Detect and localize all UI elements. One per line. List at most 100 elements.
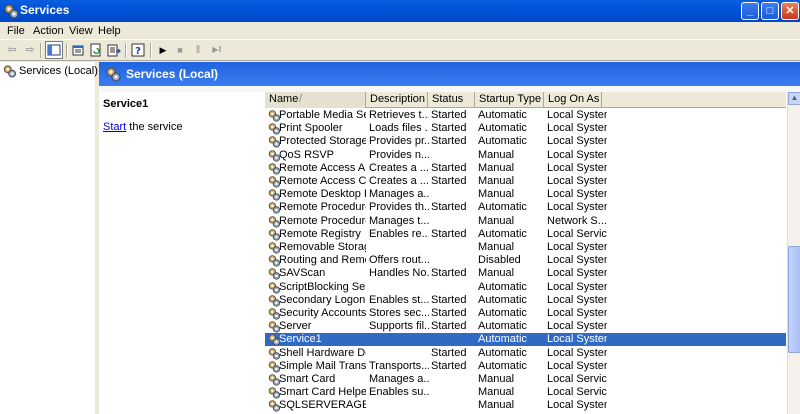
service-row[interactable]: Remote Desktop He...Manages a... Manual Lo… [265, 188, 786, 201]
service-name-cell: Routing and Remot... [279, 254, 366, 267]
toolbar-separator [125, 43, 127, 58]
service-row[interactable]: Secondary Logon Enables st... Started Autom… [265, 294, 786, 307]
service-description-cell: Manages t... [369, 214, 429, 227]
service-row[interactable]: Smart Card Helper Enables su... Manual Loca… [265, 386, 786, 399]
service-row[interactable]: SAVScan Handles No... Started Manual Local S… [265, 267, 786, 280]
service-status-cell: Started [431, 201, 467, 214]
column-header-status[interactable]: Status [428, 92, 475, 108]
tree-item-label: Services (Local) [19, 65, 98, 77]
service-description-cell: Manages a... [369, 188, 429, 201]
service-startup-cell: Automatic [478, 346, 527, 359]
service-status-cell [431, 149, 476, 162]
column-header-startup-type[interactable]: Startup Type [475, 92, 544, 108]
column-header-description[interactable]: Description [366, 92, 428, 108]
service-logon-cell: Local System [547, 333, 607, 346]
properties-icon[interactable] [70, 42, 86, 58]
title-bar[interactable]: Services _ □ ✕ [0, 0, 800, 22]
services-gears-icon [105, 66, 121, 85]
service-row[interactable]: QoS RSVP Provides n... Manual Local System [265, 149, 786, 162]
menu-action[interactable]: Action [33, 25, 64, 37]
forward-arrow-icon[interactable]: ⇨ [22, 42, 38, 58]
service-row[interactable]: Remote Procedure ...Manages t... Manual Ne… [265, 215, 786, 228]
service-status-cell: Started [431, 320, 467, 333]
service-name-cell: Secondary Logon [279, 293, 366, 306]
service-row[interactable]: Service1 Automatic Local System [265, 333, 786, 347]
service-row[interactable]: SQLSERVERAGENT Manual Local System [265, 399, 786, 412]
help-icon[interactable]: ? [130, 42, 146, 58]
service-status-cell: Started [431, 346, 467, 359]
services-list[interactable]: Name / Description Status Startup Type L… [265, 92, 800, 414]
service-name-cell: Remote Access Aut... [279, 161, 366, 174]
service-startup-cell: Automatic [478, 122, 527, 135]
service-status-cell [431, 241, 476, 254]
show-hide-tree-icon[interactable] [45, 41, 63, 59]
service-description-cell [369, 347, 429, 360]
service-logon-cell: Local System [547, 175, 607, 187]
service-name-cell: Smart Card [279, 373, 336, 385]
service-description-cell: Provides th... [369, 201, 429, 214]
service-startup-cell: Automatic [478, 109, 527, 121]
menu-view[interactable]: View [69, 25, 93, 37]
service-name-cell: Remote Procedure ... [279, 201, 366, 214]
stop-service-icon[interactable]: ■ [172, 42, 188, 58]
service-row[interactable]: Remote Access Aut...Creates a ...Started… [265, 162, 786, 175]
service-description-cell [369, 241, 429, 254]
service-name-cell: Print Spooler [279, 122, 343, 135]
service-name-cell: QoS RSVP [279, 148, 335, 161]
column-header-name[interactable]: Name / [265, 92, 366, 108]
service-name-cell: Removable Storage [279, 241, 366, 253]
service-name-cell: Service1 [279, 333, 322, 346]
pause-service-icon[interactable]: ‖ [190, 42, 206, 58]
service-name-cell: Remote Access Con... [279, 175, 366, 187]
scroll-up-button[interactable]: ▲ [788, 92, 800, 105]
service-row[interactable]: Protected Storage Provides pr... Started Au… [265, 135, 786, 148]
start-service-icon[interactable]: ▶ [155, 42, 171, 58]
menu-file[interactable]: File [7, 25, 25, 37]
service-row[interactable]: Remote Registry Enables re... Started Autom… [265, 228, 786, 241]
service-logon-cell: Local System [547, 161, 607, 174]
service-startup-cell: Automatic [478, 135, 527, 148]
refresh-icon[interactable] [88, 42, 104, 58]
service-row[interactable]: Removable Storage Manual Local System [265, 241, 786, 254]
service-row[interactable]: Portable Media Seri...Retrieves t...Star… [265, 109, 786, 122]
service-description-cell: Manages a... [369, 373, 429, 385]
service-row[interactable]: Security Accounts ...Stores sec...Starte… [265, 307, 786, 320]
service-status-cell: Started [431, 359, 467, 372]
service-status-cell [431, 281, 476, 294]
vertical-scrollbar[interactable]: ▲ [787, 92, 800, 414]
service-row[interactable]: ScriptBlocking Service Automatic Local Sys… [265, 281, 786, 294]
service-startup-cell: Automatic [478, 320, 527, 333]
service-row[interactable]: Simple Mail Transfer...Transports...Star… [265, 360, 786, 373]
service-row[interactable]: Remote Access Con...Creates a ...Started… [265, 175, 786, 188]
service-startup-cell: Automatic [478, 280, 527, 293]
service-description-cell: Loads files ... [369, 122, 429, 135]
service-row[interactable]: Remote Procedure ...Provides th...Starte… [265, 201, 786, 214]
service-logon-cell: Local System [547, 122, 607, 135]
service-logon-cell: Local System [547, 135, 607, 148]
service-name-cell: Security Accounts ... [279, 307, 366, 319]
service-status-cell [431, 188, 476, 201]
restart-service-icon[interactable]: ▶‖ [207, 42, 227, 58]
service-status-cell [431, 254, 476, 267]
export-list-icon[interactable] [106, 42, 122, 58]
scrollbar-thumb[interactable] [788, 246, 800, 354]
service-logon-cell: Local System [547, 280, 607, 293]
maximize-button[interactable]: □ [761, 2, 779, 20]
minimize-button[interactable]: _ [741, 2, 759, 20]
service-status-cell [431, 386, 476, 399]
back-arrow-icon[interactable]: ⇦ [4, 42, 20, 58]
column-header-logon-as[interactable]: Log On As [544, 92, 602, 108]
service-row[interactable]: Shell Hardware Det... Started Automatic Loc… [265, 347, 786, 360]
column-header-row: Name / Description Status Startup Type L… [265, 92, 786, 108]
service-row[interactable]: Smart Card Manages a... Manual Local Servic… [265, 373, 786, 386]
service-row[interactable]: Routing and Remot...Offers rout... Disabl… [265, 254, 786, 267]
service-description-cell: Stores sec... [369, 307, 429, 319]
service-action: Start the service [103, 121, 182, 133]
service-logon-cell: Local System [547, 109, 607, 121]
start-service-link[interactable]: Start [103, 121, 126, 133]
close-button[interactable]: ✕ [781, 2, 799, 20]
menu-help[interactable]: Help [98, 25, 121, 37]
service-row[interactable]: Print Spooler Loads files ... Started Autom… [265, 122, 786, 135]
service-row[interactable]: Server Supports fil... Started Automatic Loc… [265, 320, 786, 333]
toolbar-separator [40, 43, 42, 58]
